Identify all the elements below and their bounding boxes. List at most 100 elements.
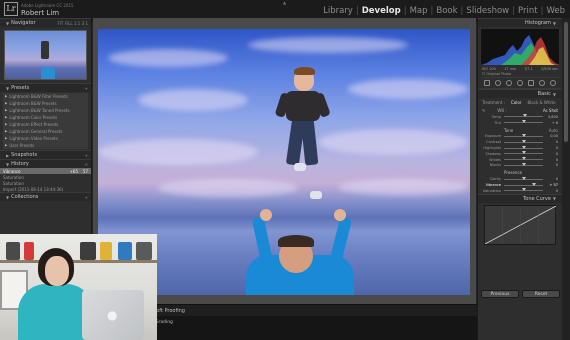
history-label: Vibrance xyxy=(3,168,21,174)
module-slideshow[interactable]: Slideshow xyxy=(464,6,511,16)
histogram[interactable] xyxy=(481,29,559,65)
slider-thumb[interactable] xyxy=(521,162,526,166)
module-map[interactable]: Map xyxy=(408,6,430,16)
basic-header[interactable]: Basic ▼ xyxy=(478,89,562,98)
preset-folder[interactable]: ▶ Lightroom General Presets xyxy=(3,128,88,135)
red-eye-icon[interactable] xyxy=(516,80,523,86)
collections-header[interactable]: ▼ Collections + xyxy=(0,192,91,201)
slider-track[interactable] xyxy=(504,176,543,180)
grid-icon[interactable] xyxy=(483,80,490,86)
navigator-preview[interactable] xyxy=(4,30,87,80)
preset-folder[interactable]: ▶ User Presets xyxy=(3,142,88,149)
history-header[interactable]: ▼ History × xyxy=(0,159,91,168)
slider-value[interactable]: + 8 xyxy=(546,121,558,125)
slider-thumb[interactable] xyxy=(521,145,526,149)
apple-logo-icon: ● xyxy=(107,308,118,322)
slider-thumb[interactable] xyxy=(522,120,527,124)
slider-value[interactable]: 0 xyxy=(546,163,558,167)
add-snapshot-icon[interactable]: + xyxy=(85,153,88,158)
treatment-bw[interactable]: Black & White xyxy=(527,100,555,105)
slider-label: Contrast xyxy=(486,140,501,145)
tone-curve-title: Tone Curve xyxy=(523,195,551,202)
soft-proofing-toggle[interactable]: Soft Proofing xyxy=(153,308,185,314)
slider-value[interactable]: 5,600 xyxy=(546,115,558,119)
graduated-filter-icon[interactable] xyxy=(528,80,535,86)
preset-folder[interactable]: ▶ Lightroom Color Presets xyxy=(3,114,88,121)
slider-thumb[interactable] xyxy=(532,182,537,186)
module-library[interactable]: Library xyxy=(321,6,355,16)
slider-track[interactable] xyxy=(504,139,543,143)
slider-track[interactable] xyxy=(504,182,543,186)
slider-label: Tint xyxy=(494,120,501,125)
preset-folder[interactable]: ▶ Lightroom B&W Toned Presets xyxy=(3,107,88,114)
collapse-top-panel-icon[interactable]: ▲ xyxy=(283,0,286,5)
slider-value[interactable]: 0 xyxy=(546,140,558,144)
preset-folder-label: Lightroom B&W Filter Presets xyxy=(9,93,68,99)
presence-sliders: Clarity 0 Vibrance + 57 Saturation 0 xyxy=(478,176,562,193)
slider-thumb[interactable] xyxy=(521,151,526,155)
expand-icon: ▶ xyxy=(5,94,8,99)
navigator-zoom-options[interactable]: FIT FILL 1:1 3:1 xyxy=(57,21,88,26)
slider-track[interactable] xyxy=(504,133,543,137)
slider-thumb[interactable] xyxy=(521,139,526,143)
wb-select[interactable]: As Shot xyxy=(543,108,558,113)
auto-tone-button[interactable]: Auto xyxy=(549,128,558,133)
collapse-icon: ▼ xyxy=(6,161,10,167)
preset-folder[interactable]: ▶ Lightroom Effect Presets xyxy=(3,121,88,128)
collapse-icon: ▼ xyxy=(552,20,556,26)
slider-value[interactable]: 0 xyxy=(546,158,558,162)
slider-thumb[interactable] xyxy=(521,176,526,180)
slider-track[interactable] xyxy=(504,188,543,192)
shelf-camera xyxy=(80,242,96,260)
right-scrollbar[interactable] xyxy=(562,18,570,340)
preset-folder[interactable]: ▶ Lightroom B&W Filter Presets xyxy=(3,93,88,100)
reset-button[interactable]: Reset xyxy=(522,290,560,298)
child-shoe xyxy=(310,191,322,199)
radial-filter-icon[interactable] xyxy=(539,80,546,86)
brush-icon[interactable] xyxy=(550,80,557,86)
histogram-graph xyxy=(481,35,559,65)
spot-removal-icon[interactable] xyxy=(505,80,512,86)
treatment-color[interactable]: Color xyxy=(511,100,521,105)
previous-button[interactable]: Previous xyxy=(481,290,519,298)
slider-thumb[interactable] xyxy=(523,114,528,118)
slider-track[interactable] xyxy=(504,162,543,166)
add-preset-icon[interactable]: + xyxy=(85,86,88,91)
crop-icon[interactable] xyxy=(494,80,501,86)
module-book[interactable]: Book xyxy=(434,6,459,16)
slider-value[interactable]: 0.00 xyxy=(546,134,558,138)
module-web[interactable]: Web xyxy=(544,6,567,16)
preset-folder[interactable]: ▶ Lightroom Video Presets xyxy=(3,135,88,142)
slider-track[interactable] xyxy=(504,120,543,124)
preset-folder[interactable]: ▶ Lightroom B&W Presets xyxy=(3,100,88,107)
presence-section: Presence xyxy=(478,168,562,176)
slider-thumb[interactable] xyxy=(521,133,526,137)
slider-value[interactable]: 0 xyxy=(546,189,558,193)
scrollbar-thumb[interactable] xyxy=(564,22,568,142)
slider-value[interactable]: 0 xyxy=(546,177,558,181)
module-develop[interactable]: Develop xyxy=(360,6,403,16)
histogram-header[interactable]: Histogram ▼ xyxy=(478,18,562,27)
add-collection-icon[interactable]: + xyxy=(85,195,88,200)
slider-value[interactable]: + 57 xyxy=(546,183,559,187)
slider-track[interactable] xyxy=(504,157,543,161)
navigator-header[interactable]: ▼ Navigator FIT FILL 1:1 3:1 xyxy=(0,18,91,27)
preset-folder-label: Lightroom Effect Presets xyxy=(9,121,59,127)
tone-curve-graph[interactable] xyxy=(484,204,556,245)
slider-value[interactable]: 0 xyxy=(546,146,558,150)
slider-value[interactable]: 0 xyxy=(546,152,558,156)
history-v1: +65 xyxy=(69,168,78,174)
snapshots-header[interactable]: ▶ Snapshots + xyxy=(0,150,91,159)
tone-curve-header[interactable]: Tone Curve ▼ xyxy=(478,193,562,203)
presets-header[interactable]: ▼ Presets + xyxy=(0,83,91,92)
history-list: Vibrance +65 57 Saturation Saturation Import … xyxy=(0,168,91,192)
clear-history-icon[interactable]: × xyxy=(85,162,88,167)
slider-track[interactable] xyxy=(504,114,543,118)
slider-track[interactable] xyxy=(504,145,543,149)
eyedropper-icon[interactable]: ✎ xyxy=(482,108,485,113)
slider-track[interactable] xyxy=(504,151,543,155)
expand-icon: ▶ xyxy=(5,115,8,120)
module-print[interactable]: Print xyxy=(516,6,540,16)
slider-thumb[interactable] xyxy=(521,188,526,192)
slider-thumb[interactable] xyxy=(521,157,526,161)
